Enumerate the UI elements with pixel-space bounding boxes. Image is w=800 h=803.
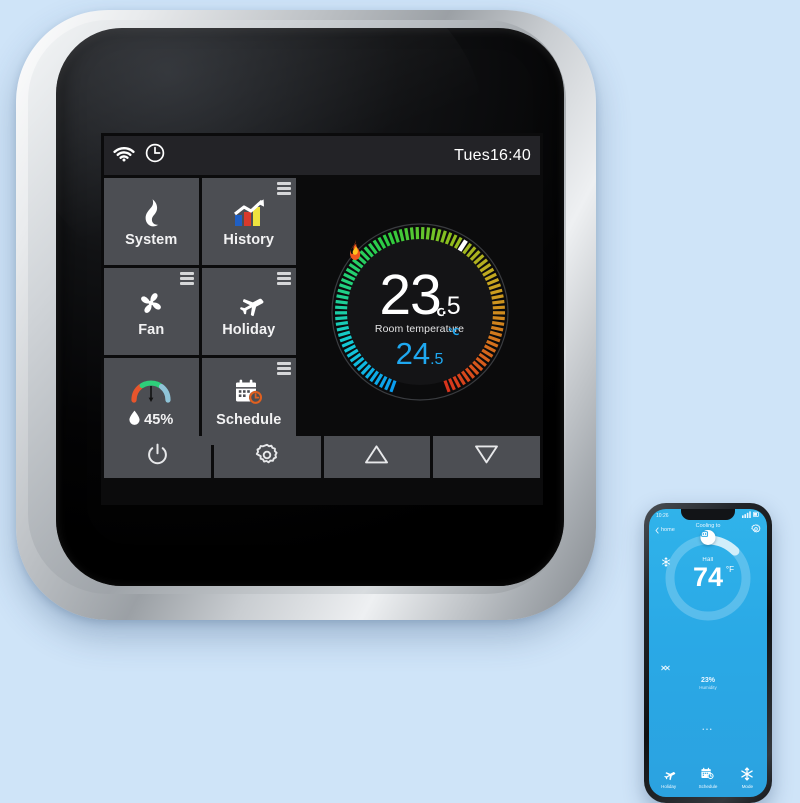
tile-label: Fan (138, 322, 164, 338)
phone-humidity: 23% Humidity (649, 677, 767, 690)
phone-signal-icons (742, 511, 760, 520)
humidity-value: 45% (144, 412, 173, 428)
tile-holiday[interactable]: Holiday (202, 268, 297, 355)
calendar-clock-icon (233, 376, 265, 410)
tile-humidity[interactable]: 45% (104, 358, 199, 445)
phone-clock: 10:26 (656, 513, 669, 519)
room-temp-unit: ℃ (431, 308, 443, 318)
phone-tab-schedule[interactable]: Schedule (688, 767, 727, 789)
calendar-clock-icon (700, 767, 715, 782)
temperature-dial-panel: 23.5 ℃ Room temperature 24.5 ℃ (299, 178, 540, 445)
tile-fan[interactable]: Fan (104, 268, 199, 355)
set-temp-int: 24 (396, 336, 430, 371)
phone-humidity-label: Humidity (649, 685, 767, 690)
phone-tab-label: Mode (742, 784, 753, 789)
phone-tab-bar: Holiday (649, 763, 767, 797)
thermostat-screen: Tues16:40 System (101, 133, 543, 505)
wifi-icon (113, 145, 135, 167)
status-bar: Tues16:40 (104, 136, 540, 175)
settings-button[interactable] (214, 436, 321, 478)
phone-notch (681, 509, 735, 520)
set-temp-dec: .5 (430, 351, 443, 368)
tile-history[interactable]: History (202, 178, 297, 265)
tile-label: Schedule (216, 412, 281, 428)
tile-label: 45% (129, 410, 173, 429)
tile-label: System (125, 232, 177, 248)
tile-schedule[interactable]: Schedule (202, 358, 297, 445)
menu-icon[interactable] (277, 272, 291, 285)
clock-icon (145, 143, 165, 168)
snowflake-icon (740, 767, 754, 782)
smartphone-app: 10:26 home (644, 503, 772, 803)
power-icon (146, 443, 169, 471)
tile-system[interactable]: System (104, 178, 199, 265)
menu-icon[interactable] (180, 272, 194, 285)
menu-tiles: System History (104, 178, 296, 445)
humidity-gauge-icon (130, 374, 172, 408)
gear-icon (255, 443, 279, 472)
temperature-down-button[interactable] (433, 436, 540, 478)
bottom-button-bar (104, 436, 540, 478)
thermostat-device: Tues16:40 System (16, 10, 596, 620)
tile-label: History (223, 232, 274, 248)
phone-temp-unit: °F (726, 566, 734, 574)
airplane-icon (233, 286, 265, 320)
chevron-left-icon (655, 527, 659, 534)
set-temperature: 24.5 ℃ (396, 338, 444, 369)
bar-chart-icon (232, 196, 266, 230)
dial-face: 23.5 ℃ Room temperature 24.5 ℃ (347, 239, 493, 385)
room-temperature: 23.5 ℃ (379, 268, 459, 322)
phone-tab-mode[interactable]: Mode (728, 767, 767, 789)
power-button[interactable] (104, 436, 211, 478)
temperature-dial[interactable]: 23.5 ℃ Room temperature 24.5 ℃ (325, 217, 515, 407)
thermostat-knob-icon (701, 530, 709, 538)
status-time: Tues16:40 (454, 147, 531, 165)
phone-dial-center: Hall 74 °F (661, 557, 755, 594)
phone-temperature: 74 °F (693, 564, 723, 591)
temperature-up-button[interactable] (324, 436, 431, 478)
phone-page-dots: ••• (649, 727, 767, 733)
phone-tab-label: Holiday (661, 784, 676, 789)
status-icons (113, 143, 165, 168)
phone-tab-holiday[interactable]: Holiday (649, 767, 688, 789)
droplet-icon (129, 410, 140, 429)
tile-label: Holiday (222, 322, 275, 338)
flame-icon (140, 196, 162, 230)
triangle-up-icon (364, 444, 389, 470)
phone-tab-label: Schedule (699, 784, 718, 789)
menu-icon[interactable] (277, 182, 291, 195)
menu-icon[interactable] (277, 362, 291, 375)
set-temp-unit: ℃ (448, 328, 460, 338)
phone-dial-knob[interactable] (701, 530, 716, 545)
phone-screen: 10:26 home (649, 509, 767, 797)
airplane-icon (661, 767, 676, 782)
triangle-down-icon (474, 444, 499, 470)
phone-humidity-value: 23% (649, 677, 767, 684)
phone-temperature-dial[interactable]: Hall 74 °F (661, 531, 755, 625)
phone-temp-value: 74 (693, 562, 723, 592)
fan-icon (136, 286, 166, 320)
